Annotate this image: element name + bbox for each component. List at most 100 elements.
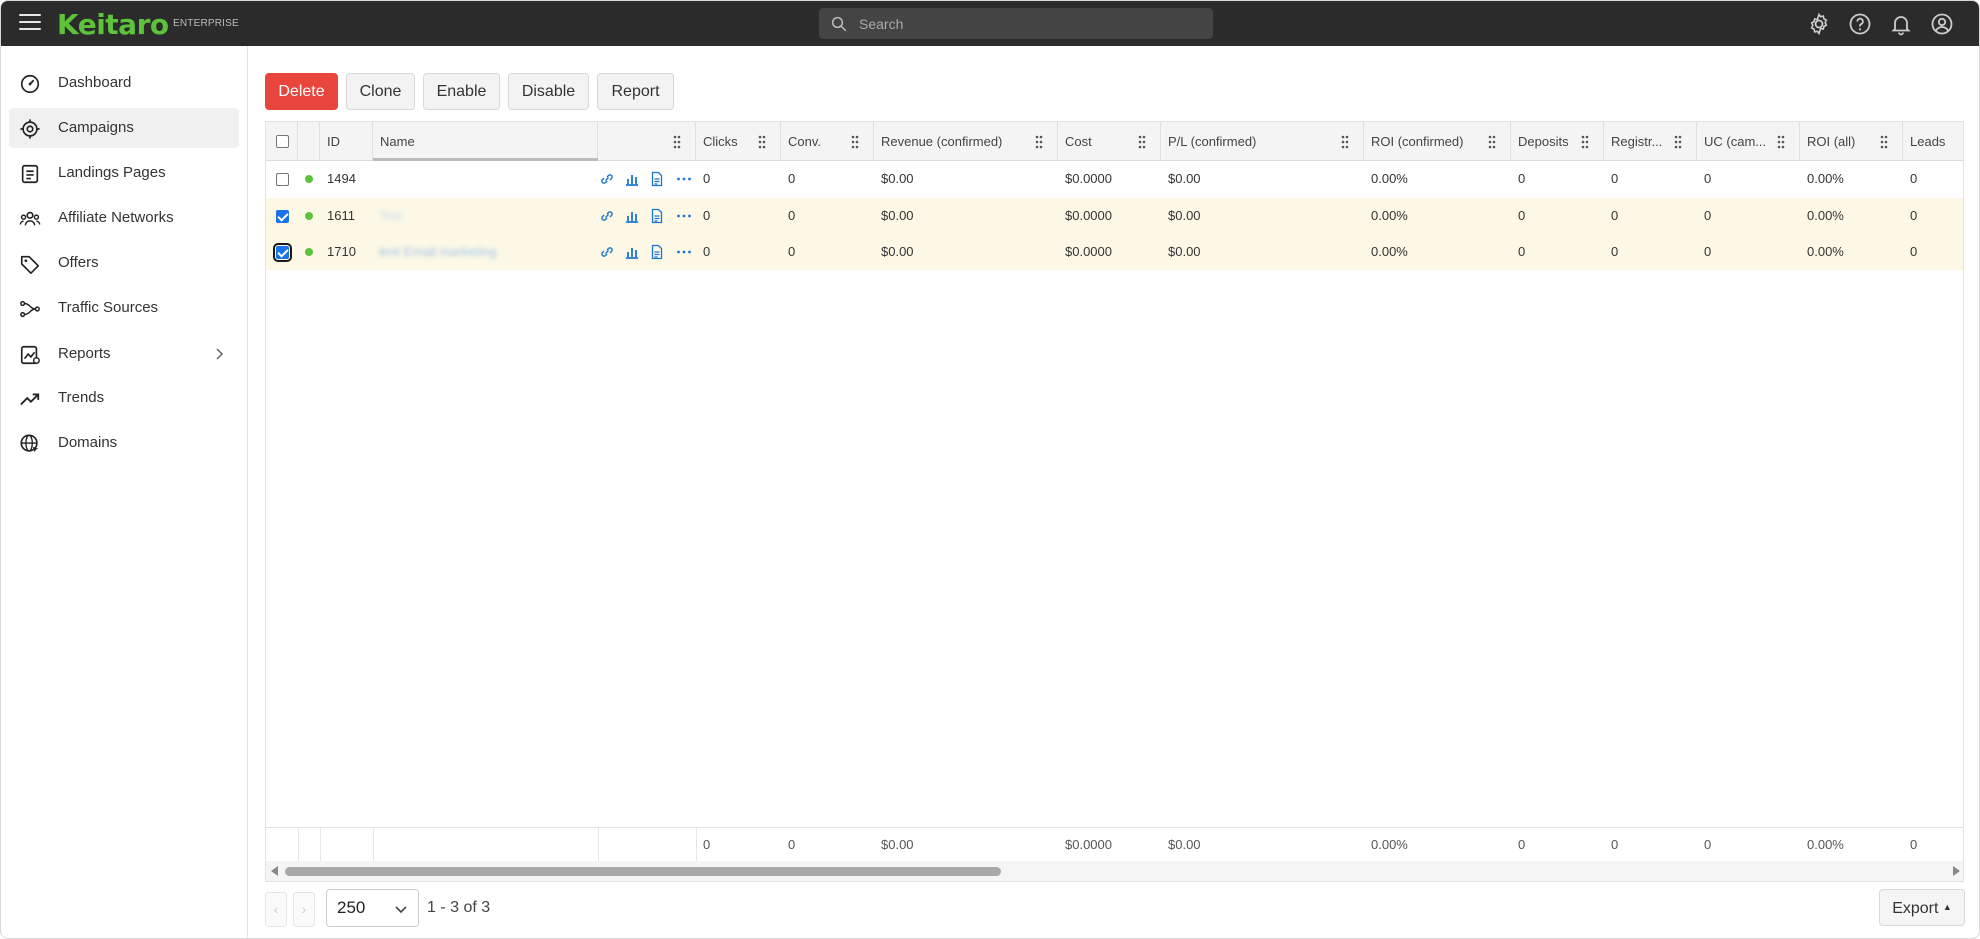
column-divider: [298, 828, 299, 862]
column-divider: [598, 828, 599, 862]
table-row[interactable]: 1494 0 0 $0.00 $0.0000 $0.00 0.00% 0 0 0…: [266, 161, 1963, 197]
horizontal-scrollbar[interactable]: [266, 861, 1963, 881]
menu-icon[interactable]: [19, 14, 41, 32]
link-icon[interactable]: [599, 244, 615, 260]
campaigns-table: ID Name Clicks Conv. Revenue (confirmed)…: [265, 121, 1964, 882]
row-checkbox[interactable]: [276, 210, 289, 223]
column-header-uc[interactable]: UC (cam...: [1697, 122, 1800, 161]
more-icon[interactable]: [676, 244, 692, 260]
column-header-pl[interactable]: P/L (confirmed): [1161, 122, 1364, 161]
drag-handle-icon[interactable]: [1341, 135, 1349, 149]
table-row[interactable]: 1611 Test 0 0 $0.00 $0.0000 $0.00 0.00% …: [266, 198, 1963, 234]
total-pl: $0.00: [1168, 837, 1201, 852]
drag-handle-icon[interactable]: [673, 135, 681, 149]
delete-button[interactable]: Delete: [265, 73, 338, 110]
scroll-left-arrow[interactable]: [271, 866, 278, 876]
column-header-revenue[interactable]: Revenue (confirmed): [874, 122, 1058, 161]
drag-handle-icon[interactable]: [1880, 135, 1888, 149]
search-box[interactable]: [819, 8, 1213, 39]
scrollbar-thumb[interactable]: [285, 867, 1001, 876]
column-header-id[interactable]: ID: [320, 122, 373, 161]
sidebar-item-landing-pages[interactable]: Landings Pages: [9, 153, 239, 193]
cell-leads: 0: [1910, 244, 1918, 259]
drag-handle-icon[interactable]: [1488, 135, 1496, 149]
cell-uc: 0: [1704, 244, 1712, 259]
cell-roi-all: 0.00%: [1807, 171, 1844, 186]
drag-handle-icon[interactable]: [1035, 135, 1043, 149]
more-icon[interactable]: [676, 171, 692, 187]
cell-roi-all: 0.00%: [1807, 208, 1844, 223]
chevron-down-icon: [395, 906, 407, 914]
bar-chart-icon[interactable]: [624, 208, 640, 224]
header-label: Registr...: [1611, 134, 1663, 149]
page-size-select[interactable]: 250: [326, 889, 419, 927]
bell-icon[interactable]: [1889, 12, 1913, 36]
row-checkbox[interactable]: [273, 243, 292, 262]
column-header-clicks[interactable]: Clicks: [696, 122, 781, 161]
cell-roi-confirmed: 0.00%: [1371, 208, 1408, 223]
sidebar-item-campaigns[interactable]: Campaigns: [9, 108, 239, 148]
sidebar-item-dashboard[interactable]: Dashboard: [9, 63, 239, 103]
search-input[interactable]: [859, 8, 1199, 39]
report-button[interactable]: Report: [597, 73, 674, 110]
account-icon[interactable]: [1930, 12, 1954, 36]
drag-handle-icon[interactable]: [1777, 135, 1785, 149]
column-header-cost[interactable]: Cost: [1058, 122, 1161, 161]
row-checkbox[interactable]: [276, 173, 289, 186]
scroll-right-arrow[interactable]: [1953, 866, 1960, 876]
sidebar-item-trends[interactable]: Trends: [9, 378, 239, 418]
drag-handle-icon[interactable]: [1581, 135, 1589, 149]
bar-chart-icon[interactable]: [624, 171, 640, 187]
prev-page-button[interactable]: ‹: [265, 892, 287, 927]
log-document-icon[interactable]: [649, 244, 665, 260]
top-bar: Keitaro ENTERPRISE: [1, 1, 1979, 46]
column-header-actions[interactable]: [598, 122, 696, 161]
sidebar-item-traffic-sources[interactable]: Traffic Sources: [9, 288, 239, 328]
column-header-roi-all[interactable]: ROI (all): [1800, 122, 1903, 161]
next-page-button[interactable]: ›: [293, 892, 315, 927]
link-icon[interactable]: [599, 171, 615, 187]
sidebar-item-affiliate-networks[interactable]: Affiliate Networks: [9, 198, 239, 238]
column-header-name[interactable]: Name: [373, 122, 598, 161]
gear-icon[interactable]: [1807, 12, 1831, 36]
cell-leads: 0: [1910, 208, 1918, 223]
cell-deposits: 0: [1518, 244, 1526, 259]
cell-cost: $0.0000: [1065, 244, 1112, 259]
total-leads: 0: [1910, 837, 1918, 852]
cell-name[interactable]: test Email marketing: [379, 234, 497, 270]
people-icon: [19, 211, 41, 226]
drag-handle-icon[interactable]: [1674, 135, 1682, 149]
select-all-checkbox[interactable]: [276, 135, 289, 148]
cell-id: 1611: [327, 208, 355, 223]
disable-button[interactable]: Disable: [508, 73, 589, 110]
column-header-conv[interactable]: Conv.: [781, 122, 874, 161]
enable-button[interactable]: Enable: [423, 73, 500, 110]
sidebar-item-offers[interactable]: Offers: [9, 243, 239, 283]
column-header-deposits[interactable]: Deposits: [1511, 122, 1604, 161]
column-header-registrations[interactable]: Registr...: [1604, 122, 1697, 161]
cell-registrations: 0: [1611, 244, 1619, 259]
cell-revenue: $0.00: [881, 208, 914, 223]
cell-roi-all: 0.00%: [1807, 244, 1844, 259]
column-header-leads[interactable]: Leads: [1903, 122, 1963, 161]
sidebar-item-reports[interactable]: Reports: [9, 334, 239, 374]
link-icon[interactable]: [599, 208, 615, 224]
log-document-icon[interactable]: [649, 171, 665, 187]
table-row[interactable]: 1710 test Email marketing 0 0 $0.00 $0.0…: [266, 234, 1963, 270]
help-icon[interactable]: [1848, 12, 1872, 36]
cell-name[interactable]: Test: [379, 198, 403, 234]
column-header-roi-confirmed[interactable]: ROI (confirmed): [1364, 122, 1511, 161]
export-button[interactable]: Export ▲: [1879, 889, 1965, 926]
sidebar-item-domains[interactable]: Domains: [9, 423, 239, 463]
cell-id: 1494: [327, 171, 356, 186]
drag-handle-icon[interactable]: [758, 135, 766, 149]
sidebar-item-label: Dashboard: [58, 74, 132, 91]
total-roi-all: 0.00%: [1807, 837, 1844, 852]
bar-chart-icon[interactable]: [624, 244, 640, 260]
clone-button[interactable]: Clone: [346, 73, 415, 110]
drag-handle-icon[interactable]: [1138, 135, 1146, 149]
sidebar-item-label: Campaigns: [58, 119, 134, 136]
more-icon[interactable]: [676, 208, 692, 224]
log-document-icon[interactable]: [649, 208, 665, 224]
drag-handle-icon[interactable]: [851, 135, 859, 149]
